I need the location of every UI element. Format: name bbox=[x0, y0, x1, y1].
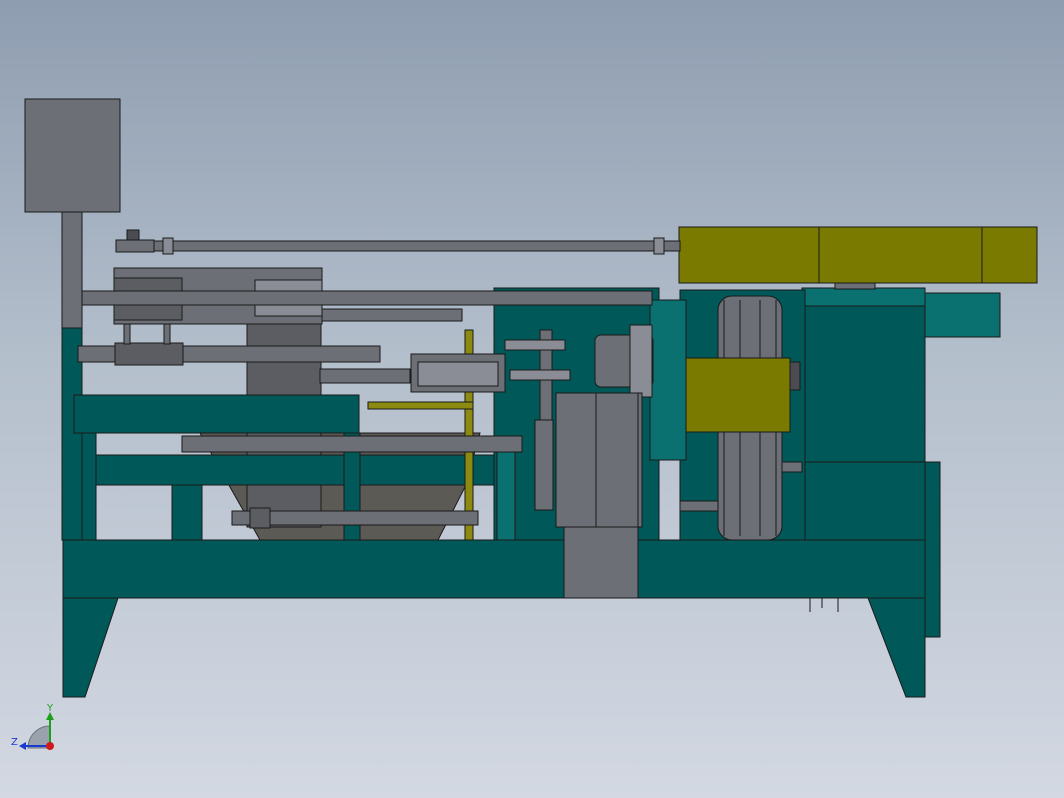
valve-bracket bbox=[417, 361, 499, 387]
press-block-lower bbox=[563, 526, 639, 599]
outlet-pipe bbox=[924, 292, 1001, 338]
right-side-plate bbox=[924, 461, 941, 638]
graphics-viewport[interactable]: Y Z bbox=[0, 0, 1064, 798]
tie-rod-nut-right bbox=[653, 237, 665, 255]
cylinder-body bbox=[114, 342, 184, 366]
motor-bracket bbox=[834, 282, 876, 290]
cad-model-view: Y Z bbox=[11, 98, 1038, 750]
tie-rod-cap bbox=[126, 229, 140, 241]
right-cabinet-top bbox=[801, 287, 926, 307]
triad-z-label: Z bbox=[11, 737, 18, 748]
top-motor bbox=[678, 226, 1038, 284]
cylinder-leg-2 bbox=[163, 323, 171, 345]
top-tie-rod bbox=[139, 240, 681, 252]
left-column bbox=[61, 211, 83, 329]
center-cabinet-post bbox=[496, 439, 516, 541]
control-box bbox=[24, 98, 121, 213]
guide-rod-4 bbox=[319, 368, 411, 384]
guide-rod-2 bbox=[321, 308, 463, 322]
gear-box-cap bbox=[789, 361, 801, 391]
guide-rod-1 bbox=[81, 290, 653, 306]
upper-frame-top bbox=[73, 394, 360, 434]
olive-rail bbox=[367, 401, 474, 410]
lower-rod-1 bbox=[181, 435, 523, 453]
left-leg bbox=[62, 597, 119, 698]
output-stub bbox=[781, 461, 803, 473]
drum-housing bbox=[649, 299, 687, 461]
tie-rod-end bbox=[115, 239, 155, 253]
axis-triad-icon: Y Z bbox=[11, 703, 54, 750]
right-cabinet bbox=[801, 287, 926, 541]
right-leg bbox=[867, 597, 926, 698]
frame-post-2 bbox=[171, 484, 203, 541]
tie-rod-nut-left bbox=[162, 237, 174, 255]
coupling-flange bbox=[629, 324, 653, 398]
press-yoke bbox=[504, 339, 566, 351]
cylinder-leg-1 bbox=[123, 323, 131, 345]
base-beam bbox=[62, 539, 926, 599]
press-block bbox=[555, 392, 643, 528]
upper-frame-mid-rail bbox=[94, 454, 516, 486]
frame-post-1 bbox=[81, 432, 97, 541]
gear-box bbox=[683, 357, 791, 433]
lower-rod-collar bbox=[249, 507, 271, 529]
press-yoke-2 bbox=[509, 369, 571, 381]
triad-y-label: Y bbox=[46, 703, 54, 714]
press-cylinder bbox=[534, 419, 554, 511]
output-shaft bbox=[679, 500, 719, 512]
